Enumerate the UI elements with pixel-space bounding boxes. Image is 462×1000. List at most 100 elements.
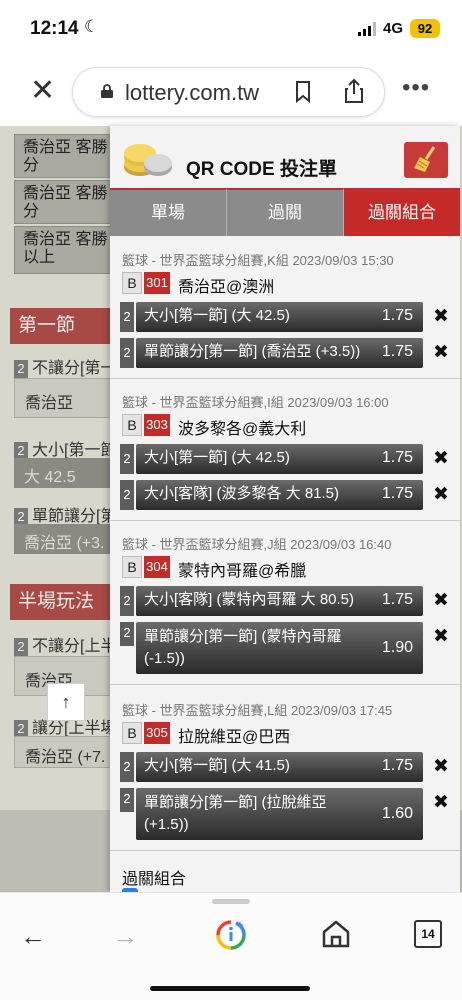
bet-index: 2 xyxy=(120,444,134,474)
bg-option[interactable]: 大 42.5 xyxy=(14,458,124,488)
match-group: 籃球 - 世界盃籃球分組賽,I組 2023/09/03 16:00 B 303 … xyxy=(110,378,460,520)
bg-bet-label: 2 大小[第一節 xyxy=(14,436,116,460)
browser-toolbar: ✕ lottery.com.tw ••• xyxy=(0,56,462,126)
bet-index: 2 xyxy=(120,480,134,510)
bet-item[interactable]: 單節讓分[第一節] (蒙特內哥羅 (-1.5)) 1.90 xyxy=(136,622,423,674)
bet-item[interactable]: 大小[第一節] (大 41.5) 1.75 xyxy=(136,752,423,782)
bet-item[interactable]: 單節讓分[第一節] (喬治亞 (+3.5)) 1.75 xyxy=(136,338,423,368)
match-name: 波多黎各@義大利 xyxy=(178,421,307,438)
bet-selection: 2 單節讓分[第一節] (蒙特內哥羅 (-1.5)) 1.90 ✖ xyxy=(120,622,460,674)
forward-arrow-icon[interactable]: → xyxy=(112,921,138,952)
sport-badge: B xyxy=(122,556,142,578)
google-lens-icon[interactable] xyxy=(215,919,247,951)
bg-odds-row[interactable]: 喬治亞 客勝 以上 xyxy=(14,226,124,274)
battery-indicator: 92 xyxy=(410,19,440,38)
remove-icon[interactable]: ✖ xyxy=(433,483,449,506)
match-number: 305 xyxy=(144,722,170,744)
match-number: 301 xyxy=(144,272,170,294)
bet-item[interactable]: 大小[第一節] (大 42.5) 1.75 xyxy=(136,444,423,474)
match-name: 喬治亞@澳洲 xyxy=(178,279,275,296)
league-info: 籃球 - 世界盃籃球分組賽,L組 2023/09/03 17:45 xyxy=(122,703,393,718)
bg-odds-row[interactable]: 喬治亞 客勝 分 xyxy=(14,134,124,178)
bet-description: 單節讓分[第一節] (喬治亞 (+3.5)) xyxy=(144,343,361,360)
league-info: 籃球 - 世界盃籃球分組賽,K組 2023/09/03 15:30 xyxy=(122,253,394,268)
close-icon[interactable]: ✕ xyxy=(30,76,55,106)
bet-odds: 1.75 xyxy=(381,343,413,360)
bg-label-text: 不讓分[第一 xyxy=(32,360,117,377)
bet-description: 大小[第一節] (大 42.5) xyxy=(144,307,290,324)
bet-odds: 1.75 xyxy=(381,449,413,466)
bg-option[interactable]: 喬治亞 xyxy=(14,378,124,418)
signal-icon xyxy=(358,22,376,36)
browser-bottom-bar: ← → 14 xyxy=(0,892,462,1000)
league-info: 籃球 - 世界盃籃球分組賽,I組 2023/09/03 16:00 xyxy=(122,395,389,410)
bet-odds: 1.75 xyxy=(381,485,413,502)
sport-badge: B xyxy=(122,272,142,294)
home-indicator xyxy=(150,986,310,991)
bg-option[interactable]: 喬治亞 (+7. xyxy=(14,736,124,768)
bet-odds: 1.90 xyxy=(381,639,413,656)
bet-index: 2 xyxy=(120,338,134,368)
tab-parlay-combo[interactable]: 過關組合 xyxy=(344,188,460,236)
bet-item[interactable]: 大小[客隊] (蒙特內哥羅 大 80.5) 1.75 xyxy=(136,586,423,616)
bet-odds: 1.60 xyxy=(381,805,413,822)
tab-switcher-button[interactable]: 14 xyxy=(414,920,442,948)
tab-single[interactable]: 單場 xyxy=(110,188,227,236)
remove-icon[interactable]: ✖ xyxy=(433,755,449,778)
bet-selection: 2 大小[第一節] (大 42.5) 1.75 ✖ xyxy=(120,302,460,332)
bet-selection: 2 大小[客隊] (蒙特內哥羅 大 80.5) 1.75 ✖ xyxy=(120,586,460,616)
bg-section-header: 第一節 xyxy=(10,308,124,344)
remove-icon[interactable]: ✖ xyxy=(433,589,449,612)
bet-description: 大小[第一節] (大 41.5) xyxy=(144,757,290,774)
match-group: 籃球 - 世界盃籃球分組賽,K組 2023/09/03 15:30 B 301 … xyxy=(110,236,460,378)
bg-bet-label: 2 單節讓分[第 xyxy=(14,502,116,526)
bet-item[interactable]: 大小[客隊] (波多黎各 大 81.5) 1.75 xyxy=(136,480,423,510)
home-icon[interactable] xyxy=(321,919,351,949)
bet-odds: 1.75 xyxy=(381,307,413,324)
scroll-top-button[interactable]: ↑ xyxy=(47,683,85,721)
bet-selection: 2 單節讓分[第一節] (喬治亞 (+3.5)) 1.75 ✖ xyxy=(120,338,460,368)
coins-icon xyxy=(124,144,172,176)
league-info: 籃球 - 世界盃籃球分組賽,J組 2023/09/03 16:40 xyxy=(122,537,392,552)
bet-tabs: 單場 過關 過關組合 xyxy=(110,188,460,236)
bet-index: 2 xyxy=(120,788,134,812)
bet-index: 2 xyxy=(120,302,134,332)
bg-label-text: 單節讓分[第 xyxy=(32,508,117,525)
bet-description: 大小[客隊] (波多黎各 大 81.5) xyxy=(144,485,340,502)
bookmark-icon[interactable] xyxy=(295,81,311,103)
url-text: lottery.com.tw xyxy=(125,80,260,105)
match-group: 籃球 - 世界盃籃球分組賽,L組 2023/09/03 17:45 B 305 … xyxy=(110,684,460,850)
bet-item[interactable]: 大小[第一節] (大 42.5) 1.75 xyxy=(136,302,423,332)
remove-icon[interactable]: ✖ xyxy=(433,305,449,328)
remove-icon[interactable]: ✖ xyxy=(433,625,449,648)
bg-option[interactable]: 喬治亞 (+3. xyxy=(14,524,124,554)
bet-odds: 1.75 xyxy=(381,757,413,774)
moon-icon: ☾ xyxy=(84,17,100,36)
sport-badge: B xyxy=(122,722,142,744)
status-bar: 12:14 ☾ 4G 92 xyxy=(0,0,462,56)
bg-label-text: 大小[第一節 xyxy=(32,442,117,459)
url-field[interactable]: lottery.com.tw xyxy=(72,67,385,117)
share-icon[interactable] xyxy=(343,78,365,104)
match-number: 304 xyxy=(144,556,170,578)
back-arrow-icon[interactable]: ← xyxy=(20,921,46,952)
lock-icon xyxy=(101,84,113,98)
bg-section-header: 半場玩法 xyxy=(10,584,124,620)
panel-title: QR CODE 投注單 xyxy=(186,159,337,180)
bet-description: 大小[第一節] (大 42.5) xyxy=(144,449,290,466)
bet-index: 2 xyxy=(120,586,134,616)
bet-description: 單節讓分[第一節] (蒙特內哥羅 (-1.5)) xyxy=(144,628,342,667)
remove-icon[interactable]: ✖ xyxy=(433,791,449,814)
bet-item[interactable]: 單節讓分[第一節] (拉脫維亞 (+1.5)) 1.60 xyxy=(136,788,423,840)
bet-selection: 2 大小[第一節] (大 42.5) 1.75 ✖ xyxy=(120,444,460,474)
remove-icon[interactable]: ✖ xyxy=(433,447,449,470)
bet-index: 2 xyxy=(120,622,134,646)
bg-index-badge: 2 xyxy=(14,360,28,378)
bg-label-text: 讓分[上半場 xyxy=(32,720,117,737)
bet-description: 大小[客隊] (蒙特內哥羅 大 80.5) xyxy=(144,591,355,608)
clear-button[interactable] xyxy=(404,142,448,178)
tab-parlay[interactable]: 過關 xyxy=(227,188,344,236)
more-icon[interactable]: ••• xyxy=(402,76,430,100)
bg-odds-row[interactable]: 喬治亞 客勝 分 xyxy=(14,180,124,224)
remove-icon[interactable]: ✖ xyxy=(433,341,449,364)
